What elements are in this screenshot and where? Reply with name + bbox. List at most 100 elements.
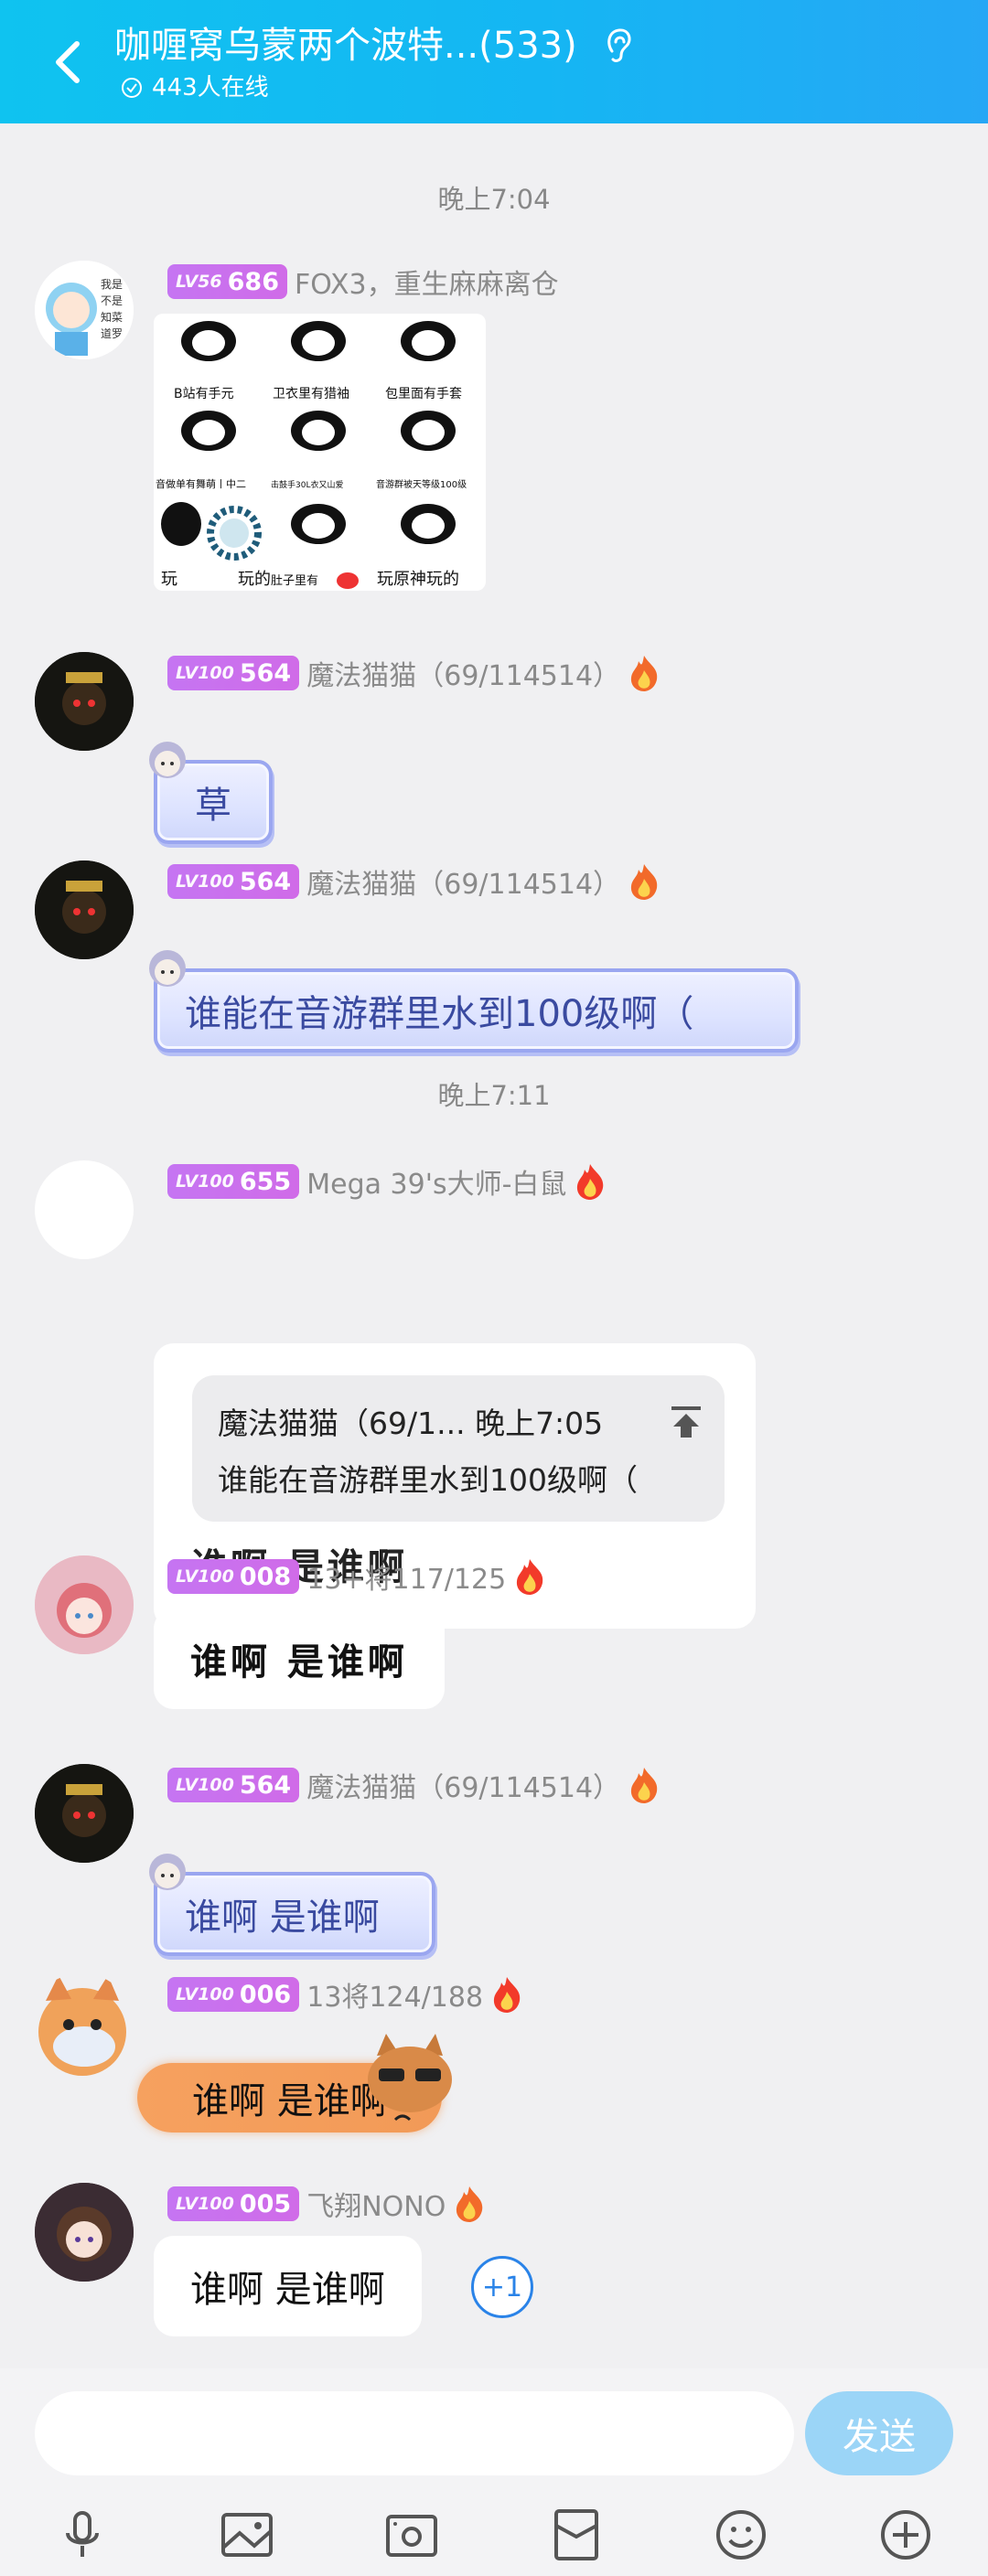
level-badge: LV56 686 (167, 264, 288, 299)
svg-text:玩的: 玩的 (238, 570, 271, 589)
level-badge: LV100 564 (167, 864, 300, 899)
flame-icon (456, 2186, 483, 2222)
sender-meta: LV100 564 魔法猫猫（69/114514） (167, 654, 662, 692)
chibi-decoration (149, 1854, 186, 1890)
message-text: 谁啊 是谁啊 (190, 1641, 408, 1683)
avatar[interactable]: 我是 不是 知菜 道罗 (35, 261, 134, 359)
message-bubble[interactable]: 谁啊 是谁啊 (154, 1609, 445, 1709)
avatar[interactable] (35, 1160, 134, 1259)
sender-meta: LV100 564 魔法猫猫（69/114514） (167, 862, 662, 901)
sender-nickname[interactable]: 魔法猫猫（69/114514） (306, 861, 620, 902)
svg-text:知菜: 知菜 (101, 311, 123, 324)
avatar[interactable] (35, 1764, 134, 1863)
chibi-decoration (149, 742, 186, 778)
chat-area[interactable]: 晚上7:04 我是 不是 知菜 道罗 LV56686 FOX3，重生麻麻离仓 (0, 123, 988, 2368)
message-bubble[interactable]: 谁啊 是谁啊 (149, 1854, 435, 1956)
sender-meta: LV100 006 13将124/188 (167, 1975, 525, 2014)
flame-icon (630, 864, 658, 900)
quote-text: 谁能在音游群里水到100级啊（ (218, 1462, 638, 1498)
send-button[interactable]: 发送 (805, 2391, 953, 2475)
message-item: LV100 008 13+将117/125 谁啊 是谁啊 (0, 1555, 988, 1729)
message-bubble[interactable]: 谁啊 是谁啊 (154, 2236, 422, 2336)
message-bubble[interactable]: 草 (149, 742, 273, 844)
input-bar: 发送 (0, 2368, 988, 2576)
camera-icon[interactable] (382, 2506, 441, 2564)
sender-nickname[interactable]: 魔法猫猫（69/114514） (306, 653, 620, 693)
time-separator: 晚上7:04 (437, 184, 551, 215)
avatar[interactable] (35, 652, 134, 751)
flame-icon (630, 1768, 658, 1803)
svg-text:不是: 不是 (101, 294, 123, 307)
flame-icon (577, 1164, 604, 1200)
level-badge: LV100 006 (167, 1977, 300, 2012)
message-text: 谁啊 是谁啊 (192, 2080, 387, 2122)
time-separator: 晚上7:11 (437, 1080, 551, 1111)
check-circle-icon (122, 78, 142, 98)
sender-nickname[interactable]: FOX3，重生麻麻离仓 (295, 262, 559, 302)
avatar[interactable] (27, 1973, 135, 2081)
message-text: 谁啊 是谁啊 (185, 1897, 380, 1939)
sender-meta: LV100 564 魔法猫猫（69/114514） (167, 1766, 662, 1804)
plus-one-button[interactable]: +1 (471, 2256, 533, 2318)
message-item: LV100 005 飞翔NONO 谁啊 是谁啊 +1 (0, 2183, 988, 2366)
listen-ear-icon[interactable] (599, 26, 639, 66)
avatar[interactable] (35, 2183, 134, 2282)
level-badge: LV100 655 (167, 1164, 300, 1199)
level-badge: LV100 008 (167, 1559, 300, 1594)
svg-text:道罗: 道罗 (101, 327, 123, 340)
svg-text:肚子里有: 肚子里有 (271, 574, 318, 588)
group-title[interactable]: 咖喱窝乌蒙两个波特...(533) (114, 18, 577, 73)
microphone-icon[interactable] (53, 2506, 112, 2564)
message-item: LV100 006 13将124/188 谁啊 是谁啊 (0, 1973, 988, 2156)
sender-nickname[interactable]: 魔法猫猫（69/114514） (306, 1765, 620, 1805)
message-item: 我是 不是 知菜 道罗 LV56 686 FOX3，重生麻麻离仓 B站有手元 卫… (0, 261, 988, 591)
message-text: 草 (195, 785, 231, 827)
message-item: LV100 564 魔法猫猫（69/114514） 草 (0, 652, 988, 844)
sender-meta: LV100 008 13+将117/125 (167, 1557, 548, 1596)
plus-icon[interactable] (876, 2506, 935, 2564)
level-badge: LV100 564 (167, 1768, 300, 1802)
level-badge: LV100 005 (167, 2186, 300, 2221)
svg-text:音游群被天等级100级: 音游群被天等级100级 (376, 478, 467, 490)
svg-text:玩原神玩的: 玩原神玩的 (377, 570, 459, 589)
message-bubble[interactable]: 谁能在音游群里水到100级啊（ (149, 950, 799, 1053)
flame-icon (493, 1977, 521, 2013)
level-badge: LV100 564 (167, 656, 300, 690)
flame-icon (630, 656, 658, 691)
svg-text:音做单有舞萌丨中二: 音做单有舞萌丨中二 (156, 477, 246, 490)
message-input[interactable] (35, 2391, 794, 2475)
svg-text:我是: 我是 (101, 278, 123, 291)
quote-header: 魔法猫猫（69/1... 晚上7:05 (218, 1406, 604, 1441)
online-count: 443人在线 (121, 71, 269, 104)
chibi-decoration (149, 950, 186, 987)
red-packet-icon[interactable] (547, 2506, 606, 2564)
sender-meta: LV100 655 Mega 39's大师-白鼠 (167, 1162, 608, 1201)
image-icon[interactable] (218, 2506, 276, 2564)
svg-text:B站有手元: B站有手元 (174, 387, 234, 401)
sender-meta: LV56 686 FOX3，重生麻麻离仓 (167, 262, 559, 301)
quoted-message[interactable]: 魔法猫猫（69/1... 晚上7:05 谁能在音游群里水到100级啊（ (192, 1375, 725, 1522)
svg-text:卫衣里有猎袖: 卫衣里有猎袖 (273, 387, 349, 401)
emoji-icon[interactable] (712, 2506, 770, 2564)
sender-meta: LV100 005 飞翔NONO (167, 2185, 488, 2223)
message-item: LV100 564 魔法猫猫（69/114514） 谁能在音游群里水到100级啊（ (0, 860, 988, 1053)
message-item: LV100 564 魔法猫猫（69/114514） 谁啊 是谁啊 (0, 1764, 988, 1956)
avatar[interactable] (35, 860, 134, 959)
sticker-image[interactable]: B站有手元 卫衣里有猎袖 包里面有手套 音做单有舞萌丨中二 击鼓手30L衣又山爱… (154, 314, 486, 591)
svg-text:玩: 玩 (161, 570, 177, 589)
avatar[interactable] (35, 1555, 134, 1654)
sender-nickname[interactable]: 13+将117/125 (306, 1556, 506, 1597)
chat-header: 咖喱窝乌蒙两个波特...(533) 443人在线 (0, 0, 988, 123)
message-text: 谁能在音游群里水到100级啊（ (185, 993, 694, 1035)
sender-nickname[interactable]: 13将124/188 (306, 1974, 483, 2015)
sender-nickname[interactable]: Mega 39's大师-白鼠 (306, 1161, 566, 1202)
message-text: 谁啊 是谁啊 (190, 2269, 385, 2311)
back-arrow-icon[interactable] (46, 35, 91, 90)
svg-text:包里面有手套: 包里面有手套 (385, 387, 462, 401)
sender-nickname[interactable]: 飞翔NONO (306, 2184, 446, 2224)
jump-to-top-icon[interactable] (668, 1403, 704, 1441)
flame-icon (517, 1559, 543, 1595)
online-count-text: 443人在线 (152, 74, 269, 102)
svg-text:击鼓手30L衣又山爱: 击鼓手30L衣又山爱 (271, 479, 343, 490)
input-toolbar (0, 2498, 988, 2571)
